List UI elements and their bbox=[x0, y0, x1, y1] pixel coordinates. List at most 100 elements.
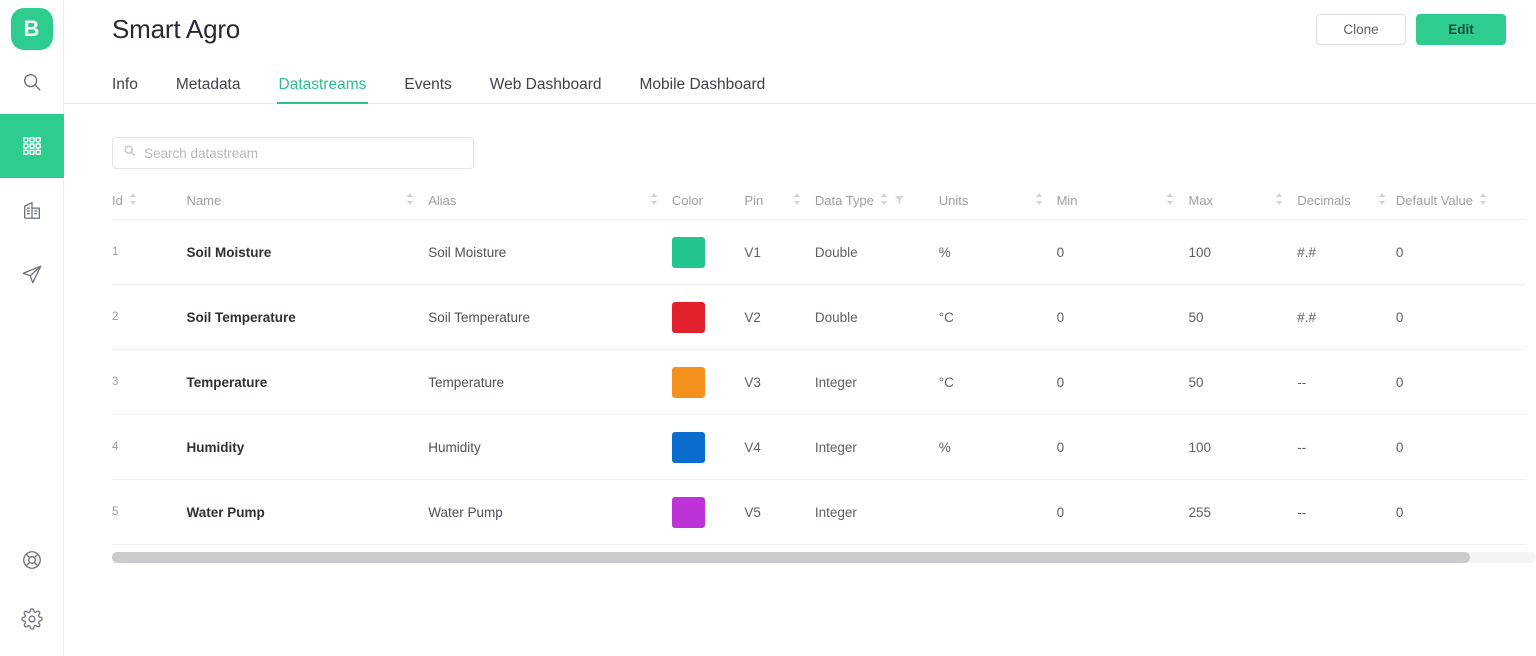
table-row[interactable]: 5 Water Pump Water Pump V5 Integer 0 255… bbox=[112, 480, 1536, 545]
column-header-default-value[interactable]: Default Value bbox=[1396, 193, 1536, 220]
sort-icon[interactable] bbox=[1378, 193, 1386, 208]
cell-decimals: #.# bbox=[1297, 285, 1396, 350]
column-header-pin[interactable]: Pin bbox=[744, 193, 814, 220]
cell-units: °C bbox=[939, 350, 1057, 415]
app-logo[interactable]: B bbox=[11, 8, 53, 50]
cell-pin: V1 bbox=[744, 220, 814, 285]
main-content: Smart Agro Clone Edit Info Metadata Data… bbox=[64, 0, 1536, 656]
column-header-decimals[interactable]: Decimals bbox=[1297, 193, 1396, 220]
table-row[interactable]: 2 Soil Temperature Soil Temperature V2 D… bbox=[112, 285, 1536, 350]
search-input[interactable] bbox=[144, 146, 463, 161]
cell-min: 0 bbox=[1057, 220, 1189, 285]
tab-datastreams[interactable]: Datastreams bbox=[279, 76, 367, 103]
cell-id: 5 bbox=[112, 480, 187, 545]
column-header-id[interactable]: Id bbox=[112, 193, 187, 220]
horizontal-scrollbar-track[interactable] bbox=[112, 552, 1536, 563]
column-header-max[interactable]: Max bbox=[1188, 193, 1297, 220]
tab-events[interactable]: Events bbox=[404, 76, 451, 103]
sort-icon[interactable] bbox=[1479, 193, 1487, 208]
cell-units: °C bbox=[939, 285, 1057, 350]
cell-datatype: Integer bbox=[815, 350, 939, 415]
sort-icon[interactable] bbox=[406, 193, 414, 208]
cell-alias: Soil Temperature bbox=[428, 285, 672, 350]
app-logo-letter: B bbox=[24, 16, 40, 42]
cell-id: 1 bbox=[112, 220, 187, 285]
sort-icon[interactable] bbox=[650, 193, 658, 208]
cell-name: Water Pump bbox=[187, 480, 429, 545]
cell-alias: Humidity bbox=[428, 415, 672, 480]
cell-default: 0 bbox=[1396, 350, 1536, 415]
gear-icon bbox=[21, 608, 43, 630]
color-swatch bbox=[672, 237, 705, 268]
sidebar: B bbox=[0, 0, 64, 656]
search-icon bbox=[123, 144, 144, 162]
tab-web-dashboard[interactable]: Web Dashboard bbox=[490, 76, 602, 103]
table-right-fade bbox=[1526, 193, 1536, 545]
cell-max: 100 bbox=[1188, 220, 1297, 285]
cell-name: Soil Temperature bbox=[187, 285, 429, 350]
column-label-units: Units bbox=[939, 193, 969, 208]
table-row[interactable]: 3 Temperature Temperature V3 Integer °C … bbox=[112, 350, 1536, 415]
cell-datatype: Integer bbox=[815, 480, 939, 545]
cell-decimals: #.# bbox=[1297, 220, 1396, 285]
column-label-min: Min bbox=[1057, 193, 1078, 208]
cell-name: Humidity bbox=[187, 415, 429, 480]
cell-default: 0 bbox=[1396, 480, 1536, 545]
edit-button[interactable]: Edit bbox=[1416, 14, 1506, 45]
sidebar-item-search[interactable] bbox=[0, 50, 64, 114]
search-datastream-box[interactable] bbox=[112, 137, 474, 169]
column-header-datatype[interactable]: Data Type bbox=[815, 193, 939, 220]
table-row[interactable]: 4 Humidity Humidity V4 Integer % 0 100 -… bbox=[112, 415, 1536, 480]
sidebar-item-settings[interactable] bbox=[0, 592, 64, 656]
cell-name: Soil Moisture bbox=[187, 220, 429, 285]
cell-name: Temperature bbox=[187, 350, 429, 415]
column-header-alias[interactable]: Alias bbox=[428, 193, 672, 220]
clone-button[interactable]: Clone bbox=[1316, 14, 1406, 45]
column-header-name[interactable]: Name bbox=[187, 193, 429, 220]
column-header-color: Color bbox=[672, 193, 745, 220]
topbar-actions: Clone Edit bbox=[1316, 14, 1506, 45]
tab-metadata[interactable]: Metadata bbox=[176, 76, 241, 103]
sidebar-item-organizations[interactable] bbox=[0, 178, 64, 242]
column-label-alias: Alias bbox=[428, 193, 456, 208]
column-label-decimals: Decimals bbox=[1297, 193, 1350, 208]
table-body: 1 Soil Moisture Soil Moisture V1 Double … bbox=[112, 220, 1536, 545]
tab-mobile-dashboard[interactable]: Mobile Dashboard bbox=[640, 76, 766, 103]
datastreams-table: Id Name Alias bbox=[112, 193, 1536, 545]
cell-max: 255 bbox=[1188, 480, 1297, 545]
filter-icon[interactable] bbox=[894, 193, 905, 208]
tab-info[interactable]: Info bbox=[112, 76, 138, 103]
sort-icon[interactable] bbox=[1275, 193, 1283, 208]
color-swatch bbox=[672, 367, 705, 398]
sort-icon[interactable] bbox=[129, 193, 137, 208]
table-row[interactable]: 1 Soil Moisture Soil Moisture V1 Double … bbox=[112, 220, 1536, 285]
cell-datatype: Double bbox=[815, 220, 939, 285]
sidebar-item-messages[interactable] bbox=[0, 242, 64, 306]
color-swatch bbox=[672, 432, 705, 463]
cell-alias: Soil Moisture bbox=[428, 220, 672, 285]
column-header-units[interactable]: Units bbox=[939, 193, 1057, 220]
cell-units bbox=[939, 480, 1057, 545]
lifebuoy-icon bbox=[21, 549, 43, 571]
cell-id: 4 bbox=[112, 415, 187, 480]
search-row bbox=[64, 104, 1536, 169]
cell-id: 2 bbox=[112, 285, 187, 350]
sidebar-item-templates[interactable] bbox=[0, 114, 64, 178]
horizontal-scrollbar-thumb[interactable] bbox=[112, 552, 1470, 563]
sidebar-item-help[interactable] bbox=[0, 528, 64, 592]
table-header-row: Id Name Alias bbox=[112, 193, 1536, 220]
sort-icon[interactable] bbox=[1035, 193, 1043, 208]
grid-icon bbox=[21, 135, 43, 157]
sort-icon[interactable] bbox=[793, 193, 801, 208]
building-icon bbox=[21, 199, 43, 221]
datastreams-table-scroll[interactable]: Id Name Alias bbox=[112, 193, 1536, 545]
column-header-min[interactable]: Min bbox=[1057, 193, 1189, 220]
color-swatch bbox=[672, 302, 705, 333]
app-root: B bbox=[0, 0, 1536, 656]
column-label-id: Id bbox=[112, 193, 123, 208]
column-label-color: Color bbox=[672, 193, 703, 208]
paper-plane-icon bbox=[21, 263, 43, 285]
cell-id: 3 bbox=[112, 350, 187, 415]
sort-icon[interactable] bbox=[880, 193, 888, 208]
sort-icon[interactable] bbox=[1166, 193, 1174, 208]
